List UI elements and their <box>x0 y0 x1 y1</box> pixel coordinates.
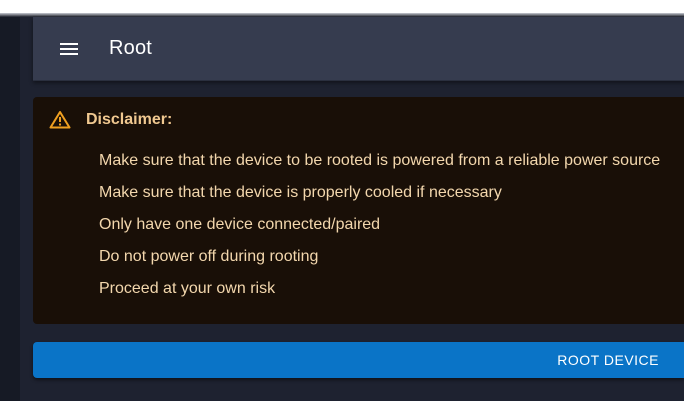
menu-button[interactable] <box>58 38 80 60</box>
page-title: Root <box>109 37 153 59</box>
disclaimer-title: Disclaimer: <box>86 110 173 128</box>
disclaimer-list: Make sure that the device to be rooted i… <box>99 145 660 305</box>
left-rail <box>0 17 20 401</box>
warning-triangle-icon <box>49 111 71 129</box>
window-top-strip <box>0 0 684 13</box>
list-item: Make sure that the device is properly co… <box>99 184 502 201</box>
hamburger-menu-icon <box>60 42 78 55</box>
list-item: Do not power off during rooting <box>99 248 319 265</box>
app-bar: Root <box>33 17 684 81</box>
list-item: Make sure that the device to be rooted i… <box>99 152 661 169</box>
disclaimer-panel: Disclaimer: Make sure that the device to… <box>33 97 684 324</box>
root-device-button[interactable]: ROOT DEVICE <box>33 342 684 378</box>
list-item: Only have one device connected/paired <box>99 216 381 233</box>
disclaimer-header: Disclaimer: <box>49 110 172 129</box>
list-item: Proceed at your own risk <box>99 280 276 297</box>
